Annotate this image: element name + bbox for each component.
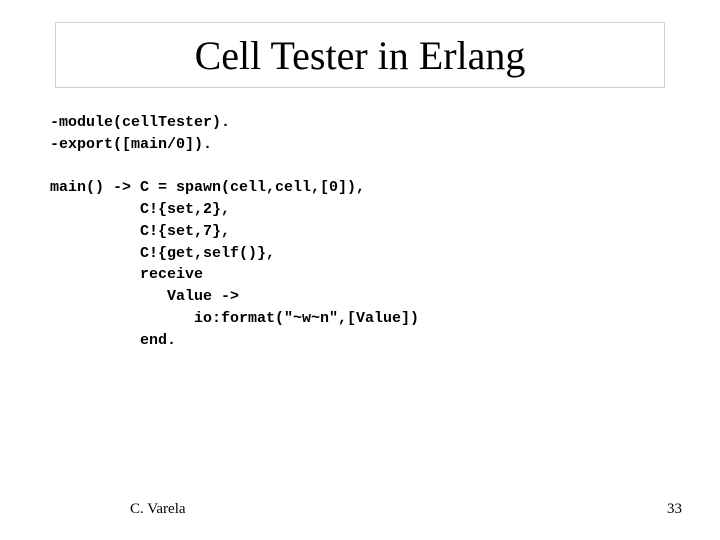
- slide: Cell Tester in Erlang -module(cellTester…: [0, 0, 720, 540]
- footer-author: C. Varela: [130, 501, 186, 518]
- footer-page-number: 33: [667, 501, 682, 518]
- slide-title: Cell Tester in Erlang: [195, 32, 526, 79]
- title-box: Cell Tester in Erlang: [55, 22, 665, 88]
- code-block: -module(cellTester). -export([main/0]). …: [50, 112, 419, 351]
